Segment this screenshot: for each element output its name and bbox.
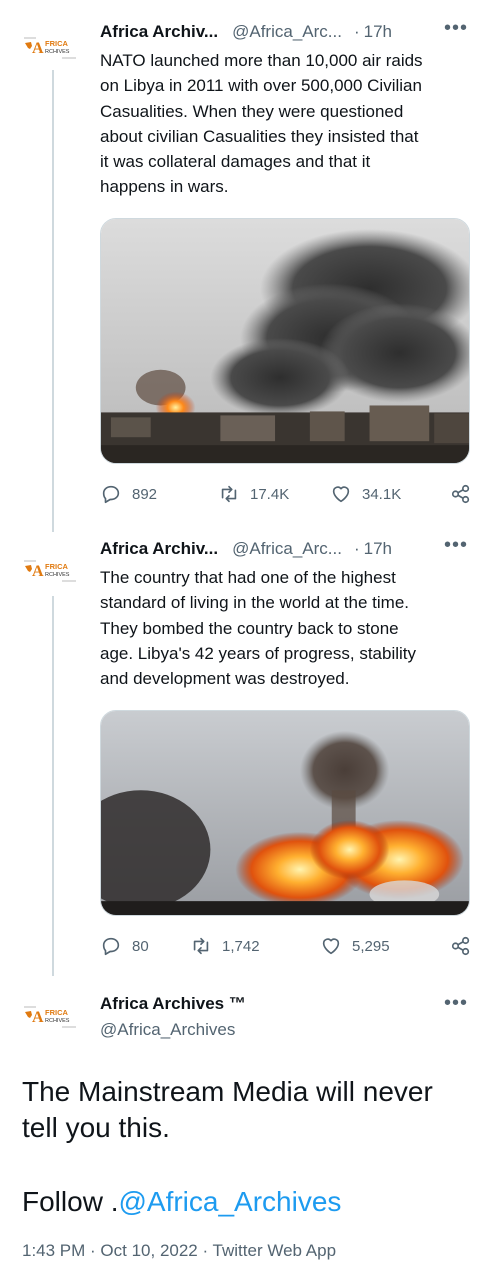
tweet-timestamp[interactable]: 1:43 PM · Oct 10, 2022 · Twitter Web App <box>22 1241 336 1261</box>
tweet-text-line: it was collateral damages and that it <box>100 152 371 172</box>
retweet-count: 1,742 <box>222 937 260 955</box>
thread-line-2 <box>52 596 54 976</box>
tweet-time[interactable]: 17h <box>364 539 392 559</box>
tweet-text-line: age. Libya's 42 years of progress, stabi… <box>100 643 417 663</box>
author-name[interactable]: Africa Archiv... <box>100 539 218 559</box>
tweet-actions: 80 1,742 5,295 <box>100 934 472 958</box>
follow-line: Follow .@Africa_Archives <box>22 1184 482 1220</box>
retweet-icon <box>193 937 209 955</box>
tweet-media-image[interactable] <box>100 218 470 464</box>
author-name[interactable]: Africa Archives ™ <box>100 994 246 1014</box>
tweet-text-line: standard of living in the world at the t… <box>100 593 409 613</box>
retweet-count: 17.4K <box>250 485 290 503</box>
tweet-header: Africa Archiv... @Africa_Arc... · 17h ••… <box>100 17 468 43</box>
tweet-media-image[interactable] <box>100 710 470 916</box>
heart-icon <box>322 938 340 955</box>
retweet-icon <box>221 485 237 503</box>
header-separator: · <box>353 22 360 41</box>
logo-top-text: FRICA <box>45 562 68 571</box>
tweet-text-line: They bombed the country back to stone <box>100 618 399 638</box>
tweet-text: NATO launched more than 10,000 air raids… <box>100 48 478 200</box>
avatar[interactable]: A FRICA RCHIVES <box>22 1003 84 1033</box>
like-count: 34.1K <box>362 485 402 503</box>
tweet-text-line: The country that had one of the highest <box>100 568 396 587</box>
main-tweet-line: tell you this. <box>22 1112 170 1143</box>
logo-top-text: FRICA <box>45 1008 68 1017</box>
reply-count: 80 <box>132 937 149 955</box>
reply-count: 892 <box>132 485 158 503</box>
avatar[interactable]: A FRICA RCHIVES <box>22 557 84 587</box>
tweet-text-line: on Libya in 2011 with over 500,000 Civil… <box>100 76 422 96</box>
author-name[interactable]: Africa Archiv... <box>100 22 218 42</box>
follow-prefix: Follow . <box>22 1186 119 1217</box>
share-button[interactable] <box>450 935 472 957</box>
author-handle[interactable]: @Africa_Arc... <box>232 539 342 559</box>
thread-line-1 <box>52 70 54 532</box>
header-separator: · <box>353 539 360 558</box>
reply-button[interactable]: 80 <box>100 935 190 957</box>
avatar[interactable]: A FRICA RCHIVES <box>22 34 84 64</box>
tweet-text-line: NATO launched more than 10,000 air raids <box>100 51 423 70</box>
retweet-button[interactable]: 17.4K <box>218 483 330 505</box>
logo-bottom-text: RCHIVES <box>45 49 70 55</box>
like-count: 5,295 <box>352 937 390 955</box>
author-handle[interactable]: @Africa_Arc... <box>232 22 342 42</box>
reply-button[interactable]: 892 <box>100 483 218 505</box>
tweet-actions: 892 17.4K 34.1K <box>100 482 472 506</box>
heart-icon <box>332 486 350 503</box>
logo-bottom-text: RCHIVES <box>45 1018 70 1024</box>
mention-link[interactable]: @Africa_Archives <box>118 1186 341 1217</box>
retweet-button[interactable]: 1,742 <box>190 935 320 957</box>
tweet-header: Africa Archiv... @Africa_Arc... · 17h ••… <box>100 534 468 560</box>
share-icon <box>451 484 470 504</box>
logo-letter: A <box>32 40 44 57</box>
main-tweet-line: The Mainstream Media will never <box>22 1076 433 1107</box>
tweet-text: The country that had one of the highest … <box>100 565 478 691</box>
like-button[interactable]: 34.1K <box>330 483 448 505</box>
tweet-text-line: and development was destroyed. <box>100 669 350 689</box>
logo-letter: A <box>32 563 44 580</box>
reply-icon <box>102 937 120 956</box>
logo-letter: A <box>32 1009 44 1026</box>
more-icon[interactable]: ••• <box>444 992 468 1015</box>
tweet-text-line: about civilian Casualities they insisted… <box>100 126 419 146</box>
share-icon <box>451 936 470 956</box>
tweet-time[interactable]: 17h <box>364 22 392 42</box>
tweet-text-line: Casualities. When they were questioned <box>100 101 404 121</box>
logo-bottom-text: RCHIVES <box>45 572 70 578</box>
logo-top-text: FRICA <box>45 39 68 48</box>
more-icon[interactable]: ••• <box>444 17 468 40</box>
more-icon[interactable]: ••• <box>444 534 468 557</box>
tweet-text-line: happens in wars. <box>100 177 229 197</box>
author-handle[interactable]: @Africa_Archives <box>100 1020 235 1040</box>
share-button[interactable] <box>450 483 472 505</box>
like-button[interactable]: 5,295 <box>320 935 438 957</box>
reply-icon <box>102 485 120 504</box>
main-tweet-text: The Mainstream Media will never tell you… <box>22 1074 482 1146</box>
